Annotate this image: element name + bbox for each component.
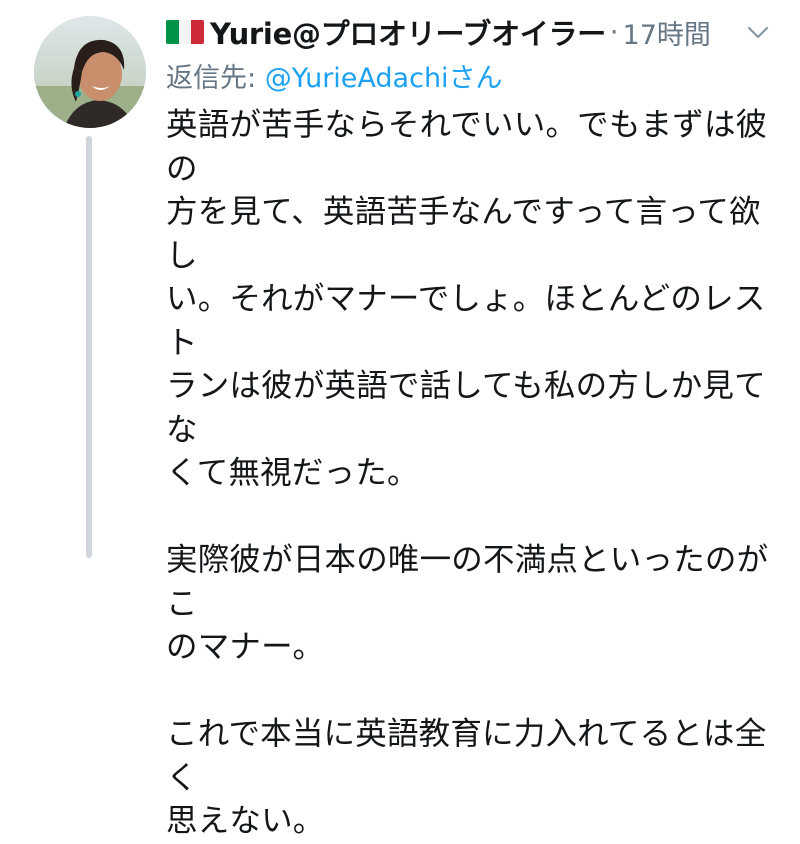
avatar[interactable] [34, 16, 146, 128]
separator: · [609, 16, 619, 48]
reply-mention-link[interactable]: @YurieAdachiさん [265, 63, 503, 94]
profile-photo [34, 16, 146, 128]
reply-mention: @YurieAdachi [264, 63, 449, 94]
tweet-paragraph: 英語が苦手ならそれでいい。でもまずは彼の 方を見て、英語苦手なんですって言って欲… [166, 107, 768, 491]
tweet-paragraph: 実際彼が日本の唯一の不満点といったのがこ のマナー。 [166, 542, 769, 665]
chevron-down-icon[interactable] [746, 20, 770, 44]
reply-prefix: 返信先: [166, 63, 257, 94]
reply-suffix: さん [448, 63, 503, 94]
reply-context: 返信先: @YurieAdachiさん [166, 56, 503, 95]
timestamp[interactable]: 17時間 [623, 13, 711, 52]
thread-line [86, 136, 92, 558]
display-name[interactable]: Yurie@プロオリーブオイラー [210, 11, 606, 53]
tweet-paragraph: これで本当に英語教育に力入れてるとは全く 思えない。 [166, 716, 767, 839]
tweet-text: 英語が苦手ならそれでいい。でもまずは彼の 方を見て、英語苦手なんですって言って欲… [166, 104, 776, 844]
tweet-header: Yurie@プロオリーブオイラー · 17時間 [166, 12, 786, 52]
italy-flag-icon [166, 20, 204, 44]
